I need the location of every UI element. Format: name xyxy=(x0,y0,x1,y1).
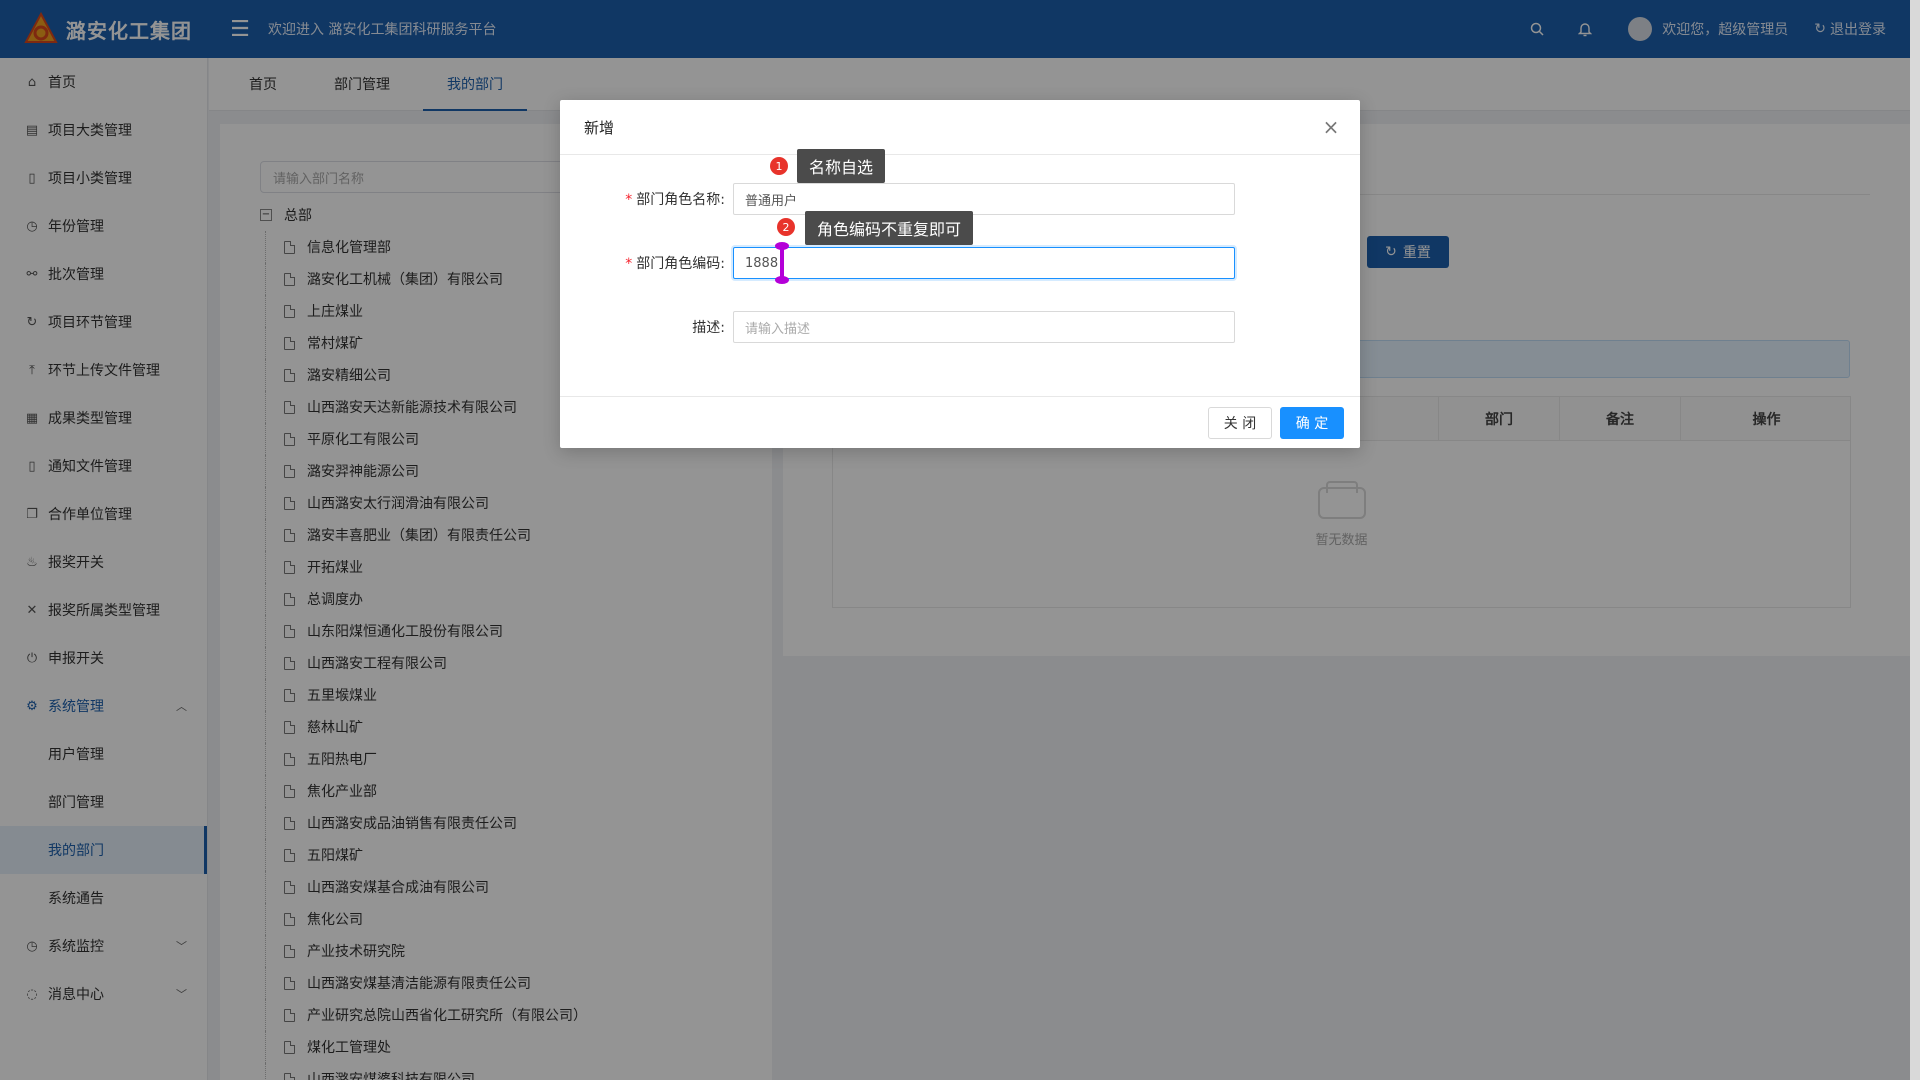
add-role-modal: 新增 × * 部门角色名称: 普通用户 * 部门角色编码: 1888 描述: 请输入… xyxy=(560,100,1360,448)
confirm-button[interactable]: 确 定 xyxy=(1280,407,1344,439)
description-row: 描述: 请输入描述 xyxy=(560,310,1360,344)
page-scrollbar[interactable] xyxy=(1910,0,1920,1080)
modal-title: 新增 xyxy=(560,100,1360,155)
close-icon[interactable]: × xyxy=(1320,116,1342,138)
annotation-number-1: 1 xyxy=(770,157,788,175)
required-mark: * xyxy=(625,192,633,208)
role-code-row: * 部门角色编码: 1888 xyxy=(560,246,1360,280)
annotation-number-2: 2 xyxy=(777,218,795,236)
required-mark: * xyxy=(625,256,633,272)
role-code-input[interactable]: 1888 xyxy=(733,247,1235,279)
annotation-tip-1: 名称自选 xyxy=(797,149,886,183)
close-button[interactable]: 关 闭 xyxy=(1208,407,1272,439)
text-cursor-handle xyxy=(775,242,789,284)
annotation-tip-2: 角色编码不重复即可 xyxy=(805,211,974,245)
description-label: 描述: xyxy=(692,320,725,336)
role-name-label: * 部门角色名称: xyxy=(625,192,725,208)
role-code-label: * 部门角色编码: xyxy=(625,256,725,272)
modal-footer: 关 闭 确 定 xyxy=(560,396,1360,448)
description-input[interactable]: 请输入描述 xyxy=(733,311,1235,343)
